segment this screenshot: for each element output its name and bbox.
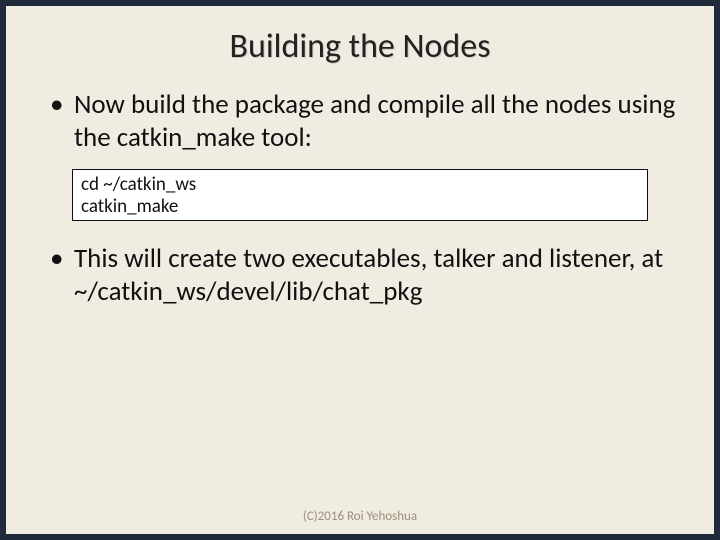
page-title: Building the Nodes — [42, 26, 678, 67]
code-block: cd ~/catkin_ws catkin_make — [72, 169, 648, 221]
code-line: catkin_make — [81, 195, 178, 218]
footer-copyright: (C)2016 Roi Yehoshua — [6, 509, 714, 524]
bullet-list: Now build the package and compile all th… — [46, 89, 678, 155]
bullet-item: This will create two executables, talker… — [46, 243, 678, 309]
slide-body: Building the Nodes Now build the package… — [6, 6, 714, 534]
bullet-item: Now build the package and compile all th… — [46, 89, 678, 155]
bullet-list: This will create two executables, talker… — [46, 243, 678, 309]
code-line: cd ~/catkin_ws — [81, 173, 196, 196]
slide-frame: Building the Nodes Now build the package… — [0, 0, 720, 540]
